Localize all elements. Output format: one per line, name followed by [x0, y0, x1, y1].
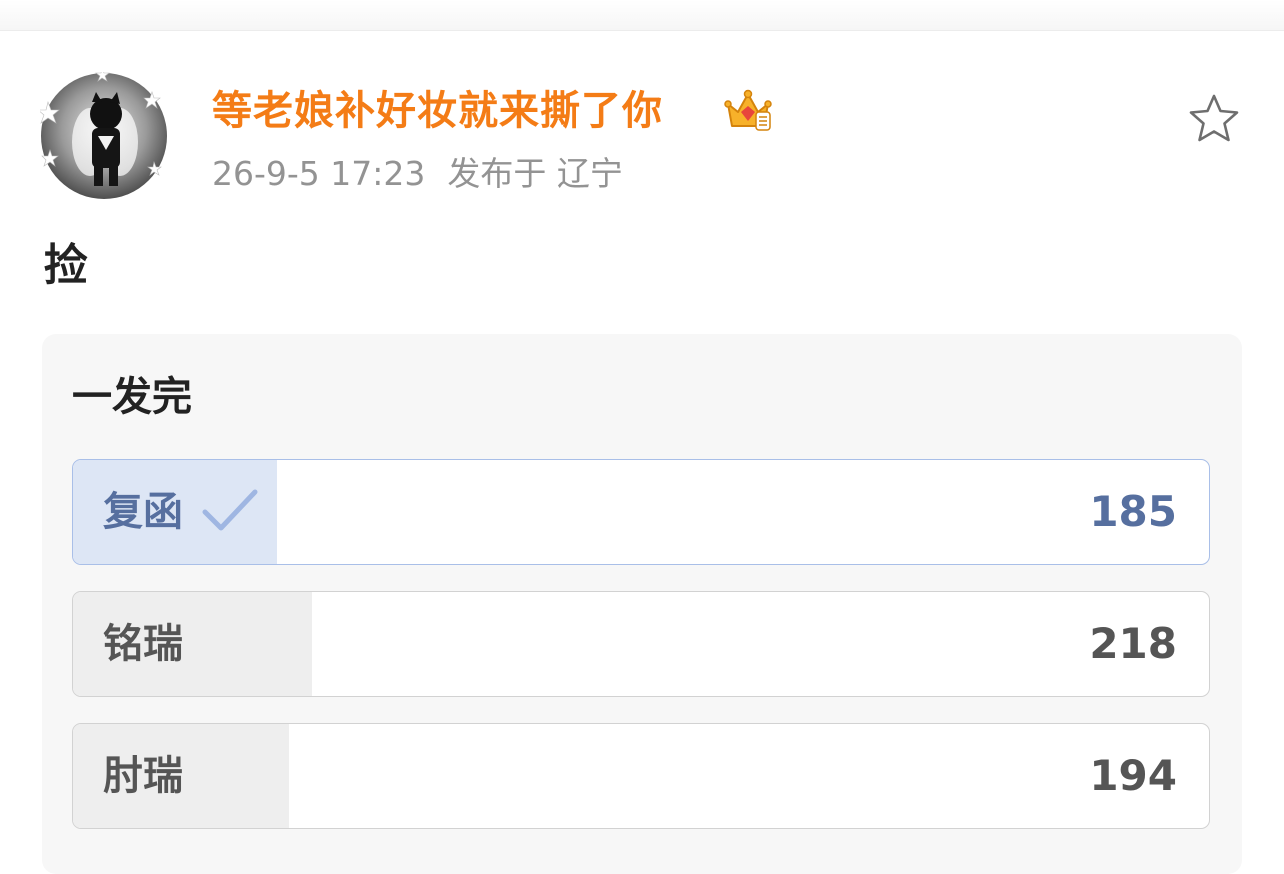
star-icon[interactable] [1186, 92, 1242, 146]
poll-option-label: 铭瑞 [103, 621, 183, 667]
poll-option-label: 肘瑞 [103, 753, 183, 799]
poll-option-count: 218 [1089, 619, 1177, 668]
post-location: 发布于 辽宁 [447, 154, 623, 193]
top-bar [0, 0, 1284, 31]
poll-title: 一发完 [72, 374, 192, 420]
poll-option-0[interactable]: 复函 185 [72, 459, 1210, 565]
poll-option-label: 复函 [103, 489, 183, 535]
post-timestamp: 26-9-5 17:23 [212, 154, 426, 193]
check-icon [202, 489, 258, 531]
crown-icon [724, 89, 772, 131]
post-text: 捡 [44, 240, 88, 291]
avatar[interactable] [40, 72, 168, 200]
poll-option-1[interactable]: 铭瑞 218 [72, 591, 1210, 697]
poll-option-count: 194 [1089, 751, 1177, 800]
username[interactable]: 等老娘补好妆就来撕了你 [212, 84, 663, 138]
avatar-image [40, 72, 167, 199]
poll-option-count: 185 [1089, 487, 1177, 536]
post-meta: 26-9-5 17:23 发布于 辽宁 [212, 152, 623, 196]
poll-option-2[interactable]: 肘瑞 194 [72, 723, 1210, 829]
